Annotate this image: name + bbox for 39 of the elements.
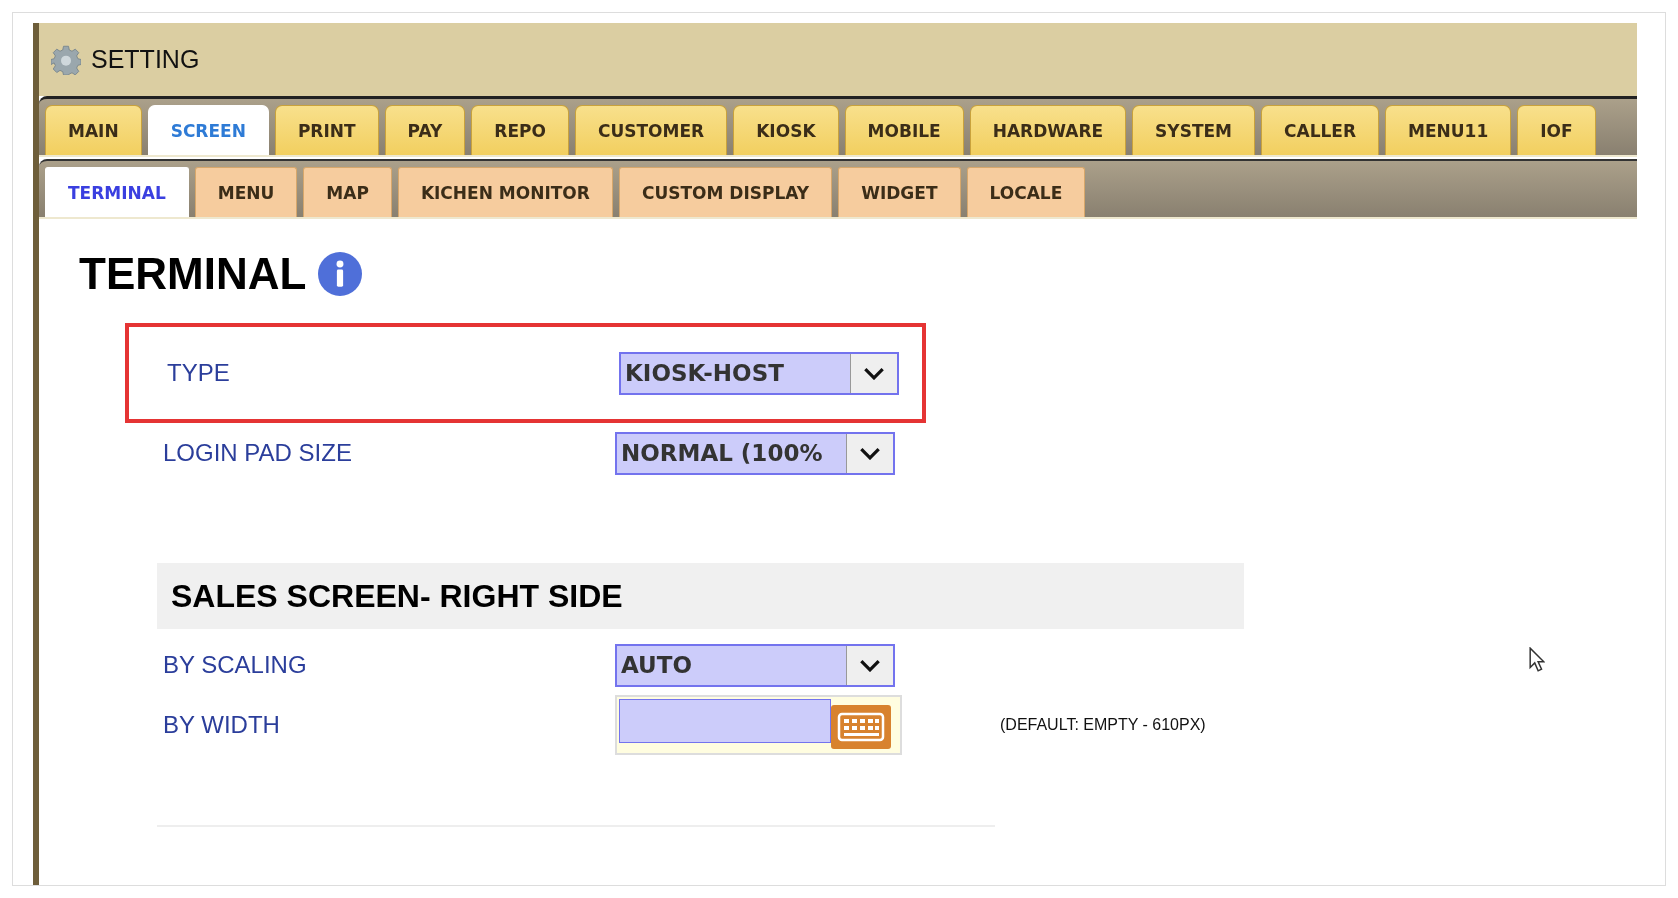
sub-tab[interactable]: WIDGET bbox=[838, 167, 961, 217]
dropdown[interactable]: NORMAL (100% bbox=[615, 431, 895, 475]
keyboard-icon[interactable] bbox=[831, 705, 891, 749]
main-tab[interactable]: MENU11 bbox=[1385, 105, 1512, 155]
sub-tab[interactable]: LOCALE bbox=[966, 167, 1086, 217]
field-label: LOGIN PAD SIZE bbox=[163, 439, 353, 467]
input-field[interactable] bbox=[619, 699, 831, 743]
info-icon[interactable] bbox=[318, 252, 363, 296]
sub-tab[interactable]: MAP bbox=[303, 167, 392, 217]
main-tab[interactable]: SCREEN bbox=[147, 105, 269, 155]
main-tab[interactable]: CALLER bbox=[1261, 105, 1380, 155]
main-tab[interactable]: IOF bbox=[1517, 105, 1596, 155]
field-label: BY WIDTH bbox=[163, 711, 281, 739]
main-tab[interactable]: PRINT bbox=[274, 105, 379, 155]
main-tab[interactable]: PAY bbox=[384, 105, 466, 155]
sub-tab[interactable]: CUSTOM DISPLAY bbox=[618, 167, 833, 217]
sub-tab[interactable]: MENU bbox=[194, 167, 298, 217]
main-tab[interactable]: HARDWARE bbox=[969, 105, 1127, 155]
field-label: TYPE bbox=[167, 359, 231, 387]
chevron-down-icon bbox=[859, 446, 881, 460]
main-tab[interactable]: MAIN bbox=[45, 105, 142, 155]
sub-tab[interactable]: KICHEN MONITOR bbox=[397, 167, 613, 217]
sub-tab[interactable]: TERMINAL bbox=[45, 167, 189, 217]
section-title: SALES SCREEN- RIGHT SIDE bbox=[171, 577, 623, 615]
dropdown[interactable]: AUTO bbox=[615, 643, 895, 687]
chevron-down-icon bbox=[859, 658, 881, 672]
main-tab[interactable]: MOBILE bbox=[844, 105, 964, 155]
default-hint: (DEFAULT: EMPTY - 610PX) bbox=[1000, 716, 1206, 734]
page-title: TERMINAL bbox=[79, 249, 307, 299]
mouse-pointer-icon bbox=[1529, 647, 1545, 672]
field-label: BY SCALING bbox=[163, 651, 308, 679]
dropdown[interactable]: KIOSK-HOST bbox=[619, 351, 899, 395]
main-tab[interactable]: SYSTEM bbox=[1132, 105, 1256, 155]
main-tab[interactable]: CUSTOMER bbox=[575, 105, 728, 155]
main-tab[interactable]: KIOSK bbox=[733, 105, 839, 155]
window-title: SETTING bbox=[91, 45, 200, 74]
gear-icon bbox=[51, 44, 81, 75]
chevron-down-icon bbox=[863, 366, 885, 380]
main-tab[interactable]: REPO bbox=[471, 105, 569, 155]
